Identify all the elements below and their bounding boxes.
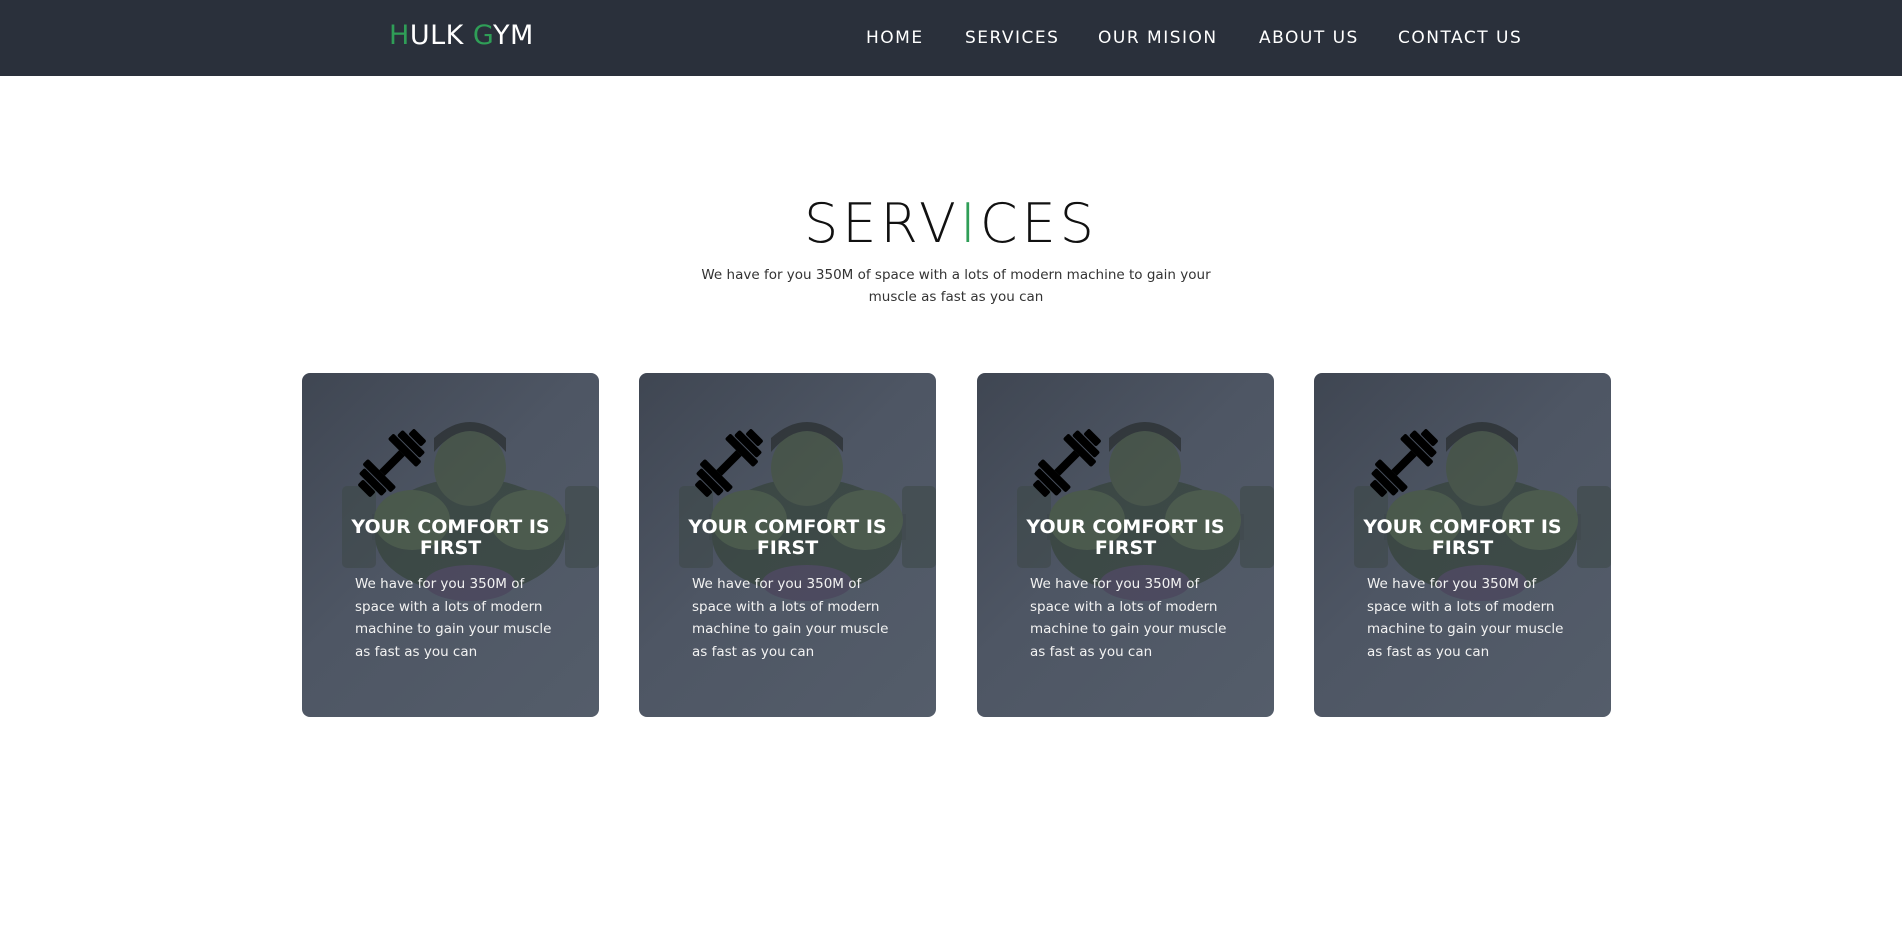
dumbbell-icon	[1033, 429, 1101, 497]
main-nav: HOME SERVICES OUR MISION ABOUT US CONTAC…	[0, 0, 1902, 76]
nav-link-our-mision[interactable]: OUR MISION	[1098, 28, 1218, 48]
card-title: YOUR COMFORT IS FIRST	[1026, 516, 1225, 559]
card-title: YOUR COMFORT IS FIRST	[688, 516, 887, 559]
nav-link-home[interactable]: HOME	[866, 28, 924, 48]
service-card: YOUR COMFORT IS FIRST We have for you 35…	[639, 373, 936, 717]
dumbbell-icon	[358, 429, 426, 497]
service-card: YOUR COMFORT IS FIRST We have for you 35…	[977, 373, 1274, 717]
card-title: YOUR COMFORT IS FIRST	[351, 516, 550, 559]
card-text: We have for you 350M of space with a lot…	[355, 576, 552, 660]
card-text: We have for you 350M of space with a lot…	[1030, 576, 1227, 660]
dumbbell-icon	[1370, 429, 1438, 497]
dumbbell-icon	[695, 429, 763, 497]
services-subtitle: We have for you 350M of space with a lot…	[701, 267, 1211, 305]
card-text: We have for you 350M of space with a lot…	[1367, 576, 1564, 660]
services-title: SERVICES	[0, 192, 1902, 255]
service-card: YOUR COMFORT IS FIRST We have for you 35…	[302, 373, 599, 717]
services-title-end: CES	[979, 192, 1098, 255]
services-title-accent: I	[959, 192, 980, 255]
nav-link-contact-us[interactable]: CONTACT US	[1398, 28, 1522, 48]
services-title-start: SERV	[804, 192, 960, 255]
service-card: YOUR COMFORT IS FIRST We have for you 35…	[1314, 373, 1611, 717]
card-text: We have for you 350M of space with a lot…	[692, 576, 889, 660]
nav-link-services[interactable]: SERVICES	[965, 28, 1059, 48]
card-title: YOUR COMFORT IS FIRST	[1363, 516, 1562, 559]
nav-link-about-us[interactable]: ABOUT US	[1259, 28, 1359, 48]
navbar: HULK GYM HOME SERVICES OUR MISION ABOUT …	[0, 0, 1902, 76]
